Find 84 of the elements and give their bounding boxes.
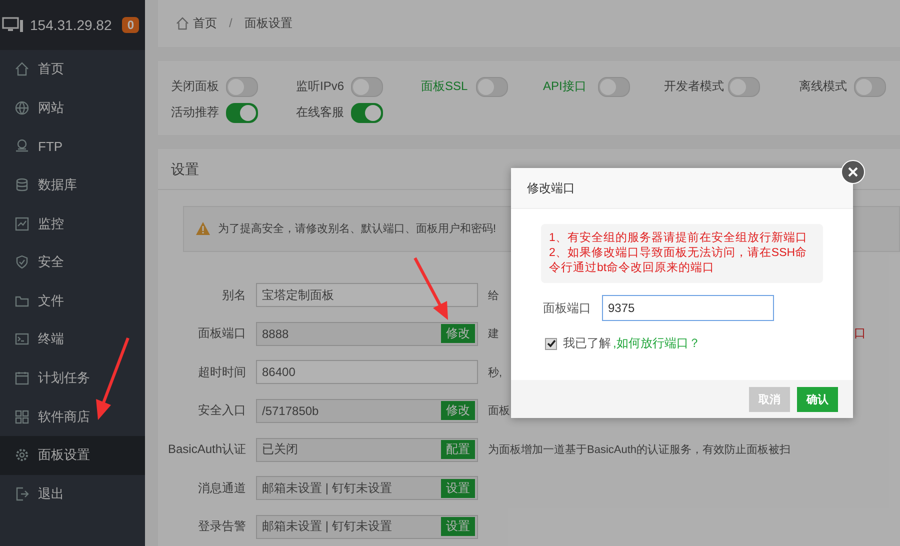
toggle-label: 活动推荐 [171, 104, 220, 122]
toggle-switch[interactable] [226, 76, 258, 97]
input-field[interactable]: 邮箱未设置 | 钉钉未设置 设置 [256, 514, 478, 539]
checkbox[interactable] [545, 338, 557, 350]
toggle-label: 关闭面板 [171, 78, 220, 96]
hint-text: 面板 [488, 404, 510, 418]
warning-icon [196, 222, 210, 236]
close-icon [848, 167, 858, 177]
alert-text: 为了提高安全，请修改别名、默认端口、面板用户和密码! [218, 222, 496, 236]
field-label: 面板端口 [197, 325, 247, 342]
field-label: BasicAuth认证 [166, 441, 247, 458]
ftp-icon [15, 139, 29, 154]
action-button[interactable]: 修改 [441, 324, 475, 344]
input-field[interactable]: /5717850b 修改 [256, 398, 478, 423]
sidebar-item[interactable]: 面板设置 [0, 436, 145, 475]
shield-icon [15, 255, 29, 270]
dialog-title: 修改端口 [511, 168, 853, 209]
sidebar-item[interactable]: 首页 [0, 50, 145, 89]
notice-text: 2、如果修改端口导致面板无法访问，请在SSH命令行通过bt命令改回原来的端口 [549, 246, 808, 276]
input-field[interactable]: 8888 修改 [256, 322, 478, 346]
input-field[interactable]: 86400 [256, 360, 478, 384]
notice-text: 1、有安全组的服务器请提前在安全组放行新端口 [549, 231, 808, 246]
action-button[interactable]: 修改 [441, 401, 475, 420]
toggle-switch[interactable] [351, 102, 383, 123]
sidebar-item[interactable]: 网站 [0, 88, 145, 128]
field-label: 登录告警 [197, 518, 247, 536]
database-icon [15, 178, 29, 192]
folder-icon [15, 294, 29, 308]
globe-icon [15, 100, 29, 115]
hint-text: 口 [854, 325, 866, 342]
confirm-button[interactable]: 确认 [797, 386, 838, 412]
exit-icon [15, 486, 29, 501]
hint-text: 为面板增加一道基于BasicAuth的认证服务，有效防止面板被扫 [488, 443, 791, 458]
input-field[interactable]: 已关闭 配置 [256, 438, 478, 462]
input-field[interactable]: 宝塔定制面板 [256, 283, 478, 308]
help-link[interactable]: ,如何放行端口？ [613, 335, 700, 352]
annotation-arrow [414, 257, 448, 320]
port-input[interactable]: 9375 [602, 295, 774, 321]
toggle-label: 在线客服 [296, 104, 345, 122]
sidebar-item[interactable]: 终端 [0, 320, 145, 359]
monitor-icon [15, 216, 29, 231]
hint-text: 给 [488, 288, 499, 303]
field-label: 消息通道 [197, 480, 247, 497]
sidebar-item[interactable]: 计划任务 [0, 358, 145, 398]
toggle-label: 面板SSL [421, 78, 469, 96]
computer-icon [2, 17, 24, 33]
toggle-switch[interactable] [351, 76, 383, 97]
server-ip: 154.31.29.82 [30, 17, 113, 33]
home-icon [176, 16, 189, 30]
toggle-label: 离线模式 [799, 78, 848, 96]
sidebar-item[interactable]: 安全 [0, 242, 145, 282]
home-icon [15, 62, 29, 76]
sidebar-item[interactable]: FTP [0, 127, 145, 166]
toggle-switch[interactable] [598, 76, 630, 97]
sidebar-item[interactable]: 监控 [0, 204, 145, 243]
toggle-label: 开发者模式 [664, 78, 725, 96]
toggle-label: 监听IPv6 [296, 78, 346, 96]
toggle-switch[interactable] [854, 76, 886, 97]
breadcrumb-link[interactable]: 首页 [193, 14, 217, 32]
hint-text: 建 [488, 327, 499, 342]
action-button[interactable]: 配置 [441, 440, 475, 460]
input-field[interactable]: 邮箱未设置 | 钉钉未设置 设置 [256, 476, 478, 500]
field-label: 面板端口 [542, 300, 592, 316]
breadcrumb-current: 面板设置 [244, 14, 292, 32]
toggle-switch[interactable] [728, 76, 760, 97]
action-button[interactable]: 设置 [441, 517, 475, 536]
sidebar-item[interactable]: 文件 [0, 282, 145, 320]
terminal-icon [15, 332, 29, 346]
sidebar-item[interactable]: 数据库 [0, 166, 145, 204]
field-label: 安全入口 [197, 402, 247, 420]
sidebar-item[interactable]: 退出 [0, 474, 145, 514]
grid-icon [15, 410, 29, 424]
toggle-label: API接口 [543, 78, 588, 96]
hint-text: 秒, [488, 366, 502, 380]
breadcrumb-separator: / [229, 16, 232, 30]
checkbox-label: 我已了解 [563, 335, 611, 352]
action-button[interactable]: 设置 [441, 478, 475, 498]
toggle-switch[interactable] [476, 76, 508, 97]
sidebar-item[interactable]: 软件商店 [0, 397, 145, 436]
settings-icon [15, 448, 29, 462]
toggle-switch[interactable] [226, 102, 258, 123]
field-label: 别名 [221, 286, 247, 304]
field-label: 超时时间 [197, 364, 247, 381]
calendar-icon [15, 371, 29, 386]
